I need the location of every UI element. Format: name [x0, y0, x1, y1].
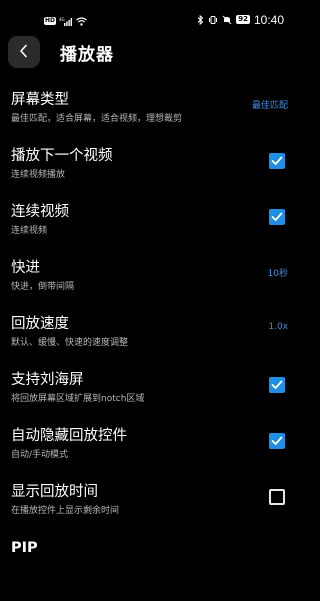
bottom-edge — [0, 592, 300, 601]
setting-subtitle: 默认、缓慢、快速的速度调整 — [11, 338, 129, 348]
check-icon — [271, 212, 283, 221]
checkbox-play-next[interactable] — [269, 153, 285, 169]
setting-subtitle: 连续视频 — [11, 226, 48, 236]
section-title: PIP — [11, 540, 38, 556]
check-icon — [271, 156, 283, 165]
setting-title: 自动隐藏回放控件 — [11, 428, 127, 444]
setting-subtitle: 自动/手动模式 — [11, 450, 69, 460]
setting-title: 回放速度 — [11, 316, 69, 332]
chevron-left-icon — [18, 43, 30, 62]
setting-subtitle: 在播放控件上显示剩余时间 — [11, 506, 120, 516]
setting-row-show-playback-time[interactable]: 显示回放时间 在播放控件上显示剩余时间 — [0, 476, 300, 532]
setting-title: 连续视频 — [11, 204, 69, 220]
setting-row-fast-forward[interactable]: 快进 快进，倒带间隔 10秒 — [0, 252, 300, 308]
vibrate-icon — [208, 10, 218, 29]
setting-title: 屏幕类型 — [11, 92, 69, 108]
wifi-icon — [76, 11, 87, 30]
signal-icon: 4G — [59, 11, 73, 30]
status-right: 92 10:40 — [197, 10, 284, 29]
setting-subtitle: 连续视频播放 — [11, 170, 66, 180]
checkbox-show-playback-time[interactable] — [269, 489, 285, 505]
status-bar: HD 4G 92 10:40 — [0, 0, 300, 34]
hd-badge: HD — [44, 16, 57, 25]
back-button[interactable] — [8, 36, 40, 68]
settings-list: 屏幕类型 最佳匹配，适合屏幕，适合视频，理想裁剪 最佳匹配 播放下一个视频 连续… — [0, 84, 300, 572]
setting-row-screen-type[interactable]: 屏幕类型 最佳匹配，适合屏幕，适合视频，理想裁剪 最佳匹配 — [0, 84, 300, 140]
section-header-pip: PIP — [0, 532, 300, 572]
app-header: 播放器 — [0, 34, 300, 72]
setting-title: 快进 — [11, 260, 40, 276]
battery-icon: 92 — [236, 15, 250, 24]
clock: 10:40 — [253, 12, 284, 27]
setting-title: 支持刘海屏 — [11, 372, 84, 388]
checkbox-notch-support[interactable] — [269, 377, 285, 393]
check-icon — [271, 380, 283, 389]
setting-row-playback-speed[interactable]: 回放速度 默认、缓慢、快速的速度调整 1.0x — [0, 308, 300, 364]
setting-subtitle: 将回放屏幕区域扩展到notch区域 — [11, 394, 145, 404]
setting-subtitle: 快进，倒带间隔 — [11, 282, 75, 292]
setting-subtitle: 最佳匹配，适合屏幕，适合视频，理想裁剪 — [11, 114, 183, 124]
status-left: HD 4G — [44, 11, 87, 30]
setting-title: 显示回放时间 — [11, 484, 98, 500]
page-title: 播放器 — [60, 45, 114, 65]
setting-row-play-next[interactable]: 播放下一个视频 连续视频播放 — [0, 140, 300, 196]
mute-icon — [222, 10, 232, 29]
checkbox-auto-hide-controls[interactable] — [269, 433, 285, 449]
setting-value: 1.0x — [268, 322, 288, 332]
setting-title: 播放下一个视频 — [11, 148, 113, 164]
setting-row-auto-hide-controls[interactable]: 自动隐藏回放控件 自动/手动模式 — [0, 420, 300, 476]
setting-row-notch-support[interactable]: 支持刘海屏 将回放屏幕区域扩展到notch区域 — [0, 364, 300, 420]
signal-label: 4G — [59, 17, 65, 22]
setting-value: 10秒 — [267, 269, 288, 279]
check-icon — [271, 436, 283, 445]
setting-value: 最佳匹配 — [251, 101, 288, 111]
bluetooth-icon — [197, 10, 204, 29]
setting-row-continuous-video[interactable]: 连续视频 连续视频 — [0, 196, 300, 252]
checkbox-continuous-video[interactable] — [269, 209, 285, 225]
